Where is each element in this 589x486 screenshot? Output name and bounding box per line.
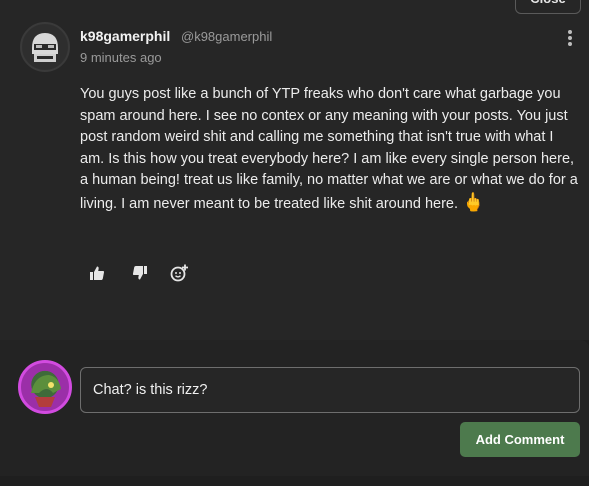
middle-finger-emoji: 🖕 xyxy=(462,191,485,212)
helmet-avatar-icon xyxy=(23,25,67,69)
thumbs-up-icon xyxy=(90,266,105,280)
comment-input[interactable] xyxy=(80,367,580,413)
user-avatar[interactable] xyxy=(20,22,70,72)
more-options-icon[interactable] xyxy=(563,30,577,50)
dislike-button[interactable] xyxy=(127,260,153,286)
next-comment-strip xyxy=(0,476,589,486)
add-reaction-button[interactable] xyxy=(166,260,192,286)
comment-timestamp[interactable]: 9 minutes ago xyxy=(80,50,162,65)
add-comment-button[interactable]: Add Comment xyxy=(460,422,580,457)
comment-text: You guys post like a bunch of YTP freaks… xyxy=(80,86,578,212)
comment-username[interactable]: k98gamerphil xyxy=(80,28,170,44)
thumbs-down-icon xyxy=(132,266,147,280)
add-reaction-icon xyxy=(170,264,188,282)
close-button[interactable]: Close xyxy=(515,0,581,14)
character-avatar-icon xyxy=(31,375,61,407)
like-button[interactable] xyxy=(84,260,110,286)
current-user-avatar[interactable] xyxy=(18,360,72,414)
comment-handle[interactable]: @k98gamerphil xyxy=(181,29,272,44)
comment-body: You guys post like a bunch of YTP freaks… xyxy=(80,84,580,215)
